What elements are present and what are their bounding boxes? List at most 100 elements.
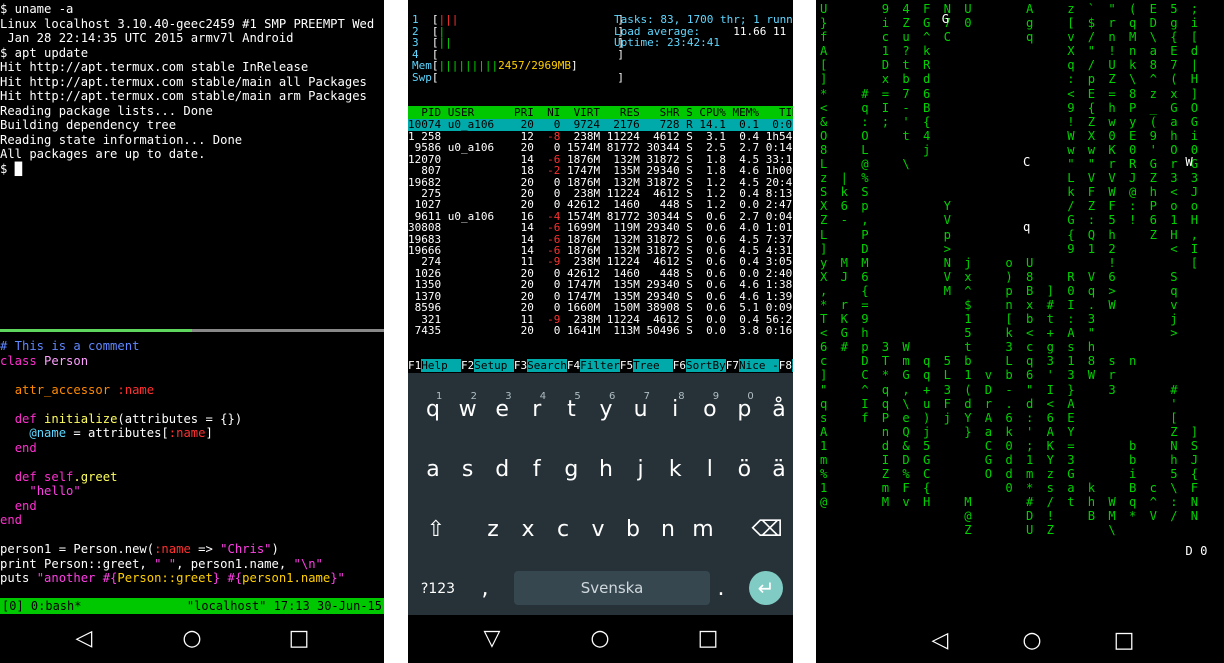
key-ä[interactable]: ä — [760, 447, 793, 491]
symbols-key[interactable]: ?123 — [416, 566, 460, 610]
fkey-number: F8 — [778, 359, 792, 372]
matrix-column: F G ^ k R d 6 B { 4 j q q + u ) j 5 G C … — [923, 2, 931, 510]
fkey-f6[interactable]: F6SortBy — [672, 359, 726, 373]
home-icon[interactable]: ○ — [588, 627, 612, 651]
matrix-column: | k 6 - M J r K G # — [840, 171, 848, 355]
key-k[interactable]: k — [656, 447, 694, 491]
key-ö[interactable]: ö — [725, 447, 763, 491]
key-f[interactable]: f — [518, 447, 556, 491]
key-hint: 1 — [436, 391, 443, 402]
key-h[interactable]: h — [587, 447, 625, 491]
fkey-f5[interactable]: F5Tree — [619, 359, 673, 373]
key-y[interactable]: y6 — [587, 387, 625, 431]
matrix-column: z [ v X q : < 9 ! W w " L k / G { 9 R 0 … — [1067, 2, 1075, 510]
fkey-f7[interactable]: F7Nice - — [725, 359, 779, 373]
home-icon[interactable]: ○ — [180, 627, 204, 651]
key-d[interactable]: d — [483, 447, 521, 491]
key-q[interactable]: q1 — [414, 387, 452, 431]
code-args: (attributes = {}) — [117, 411, 243, 426]
matrix-head-char: D 0 — [1185, 544, 1208, 558]
terminal-line: $ apt update — [0, 45, 89, 60]
tmux-pane-divider[interactable] — [0, 329, 384, 332]
load-value: 11.66 11 — [733, 24, 787, 38]
code-end-keyword: end — [14, 440, 37, 455]
fkey-label: Help — [421, 359, 461, 372]
fkey-f3[interactable]: F3Search — [513, 359, 567, 373]
key-comma[interactable]: , — [470, 566, 500, 610]
matrix-column: 5 g { E 7 ( x G a h O r 3 < o 1 H < S q … — [1170, 2, 1178, 524]
key-å[interactable]: å — [760, 387, 793, 431]
key-z[interactable]: z — [474, 507, 512, 551]
code-interpolation: Person::greet — [117, 571, 213, 585]
code-editor-pane[interactable]: # This is a comment class Person attr_ac… — [0, 339, 345, 586]
process-state: S — [679, 323, 693, 337]
key-u[interactable]: u7 — [622, 387, 660, 431]
key-i[interactable]: i8 — [656, 387, 694, 431]
back-icon[interactable]: ◁ — [928, 629, 952, 653]
key-o[interactable]: o9 — [691, 387, 729, 431]
code-end-keyword: end — [0, 513, 23, 527]
enter-key[interactable]: ↵ — [749, 571, 783, 605]
key-r[interactable]: r4 — [518, 387, 556, 431]
matrix-column: E D \ a 8 ^ z _ ( 9 ' G Z h P 6 Z c ^ V — [1149, 2, 1157, 524]
code-text: puts — [0, 571, 37, 585]
key-period[interactable]: . — [706, 566, 736, 610]
code-attr-accessor: attr_accessor — [14, 382, 111, 397]
code-def-keyword: def — [14, 469, 37, 484]
code-string: "another #{ — [36, 571, 118, 585]
fkey-f4[interactable]: F4Filter — [566, 359, 620, 373]
backspace-key[interactable]: ⌫ — [746, 507, 788, 551]
key-m[interactable]: m — [684, 507, 722, 551]
process-row[interactable]: 7435 20 0 1641M 113M 50496 S 0.0 3.8 0:1… — [408, 325, 793, 336]
fkey-label: Filter — [580, 359, 620, 372]
key-p[interactable]: p0 — [725, 387, 763, 431]
key-g[interactable]: g — [552, 447, 590, 491]
back-icon[interactable]: ◁ — [72, 627, 96, 651]
process-table[interactable]: 1 258 12 -8 238M 11224 4612 S 3.1 0.4 1h… — [408, 131, 793, 336]
fkey-f2[interactable]: F2Setup — [460, 359, 514, 373]
home-icon[interactable]: ○ — [1020, 629, 1044, 653]
key-j[interactable]: j — [622, 447, 660, 491]
key-b[interactable]: b — [614, 507, 652, 551]
key-n[interactable]: n — [649, 507, 687, 551]
key-w[interactable]: w2 — [449, 387, 487, 431]
key-e[interactable]: e3 — [483, 387, 521, 431]
key-v[interactable]: v — [579, 507, 617, 551]
code-text: , person1.name, — [176, 556, 294, 571]
code-string: "\n" — [293, 556, 323, 571]
code-class-name: Person — [44, 353, 89, 368]
terminal-output[interactable]: $ uname -a Linux localhost 3.10.40-geec24… — [0, 2, 374, 176]
key-hint: 5 — [574, 391, 581, 402]
spacebar[interactable]: Svenska — [514, 571, 710, 605]
key-hint: 6 — [609, 391, 616, 402]
key-c[interactable]: c — [544, 507, 582, 551]
terminal-line: Hit http://apt.termux.com stable/main ar… — [0, 89, 367, 103]
fkey-label: Tree — [633, 359, 673, 372]
process-pri: 20 — [507, 323, 534, 337]
matrix-head-char: C — [1023, 155, 1031, 169]
matrix-head-char: q — [1023, 220, 1031, 234]
key-x[interactable]: x — [509, 507, 547, 551]
tmux-window-label[interactable]: [0] 0:bash* — [2, 598, 81, 614]
recents-icon[interactable]: □ — [1112, 629, 1136, 653]
code-def-keyword: def — [14, 411, 37, 426]
fkey-f1[interactable]: F1Help — [408, 359, 461, 373]
shift-key[interactable]: ⇧ — [416, 507, 456, 551]
matrix-rain-panel[interactable]: U } f A [ ] * < & O 8 L z S X Z L ] y X … — [816, 0, 1224, 663]
matrix-column: ( q M n k \ 8 P y E 0 R J @ : ! n b b i … — [1129, 2, 1137, 524]
key-s[interactable]: s — [449, 447, 487, 491]
key-a[interactable]: a — [414, 447, 452, 491]
uptime-line: Uptime: 23:42:41 — [614, 36, 720, 49]
function-key-bar: F1Help F2Setup F3Search F4Filter F5Tree F6… — [408, 359, 793, 373]
code-string: "hello" — [29, 484, 81, 498]
recents-icon[interactable]: □ — [287, 627, 311, 651]
process-cpu: 0.0 — [692, 323, 726, 337]
key-l[interactable]: l — [691, 447, 729, 491]
code-symbol: :name — [117, 382, 155, 397]
meter-bar: [ ] — [431, 70, 624, 84]
back-icon[interactable]: ▽ — [480, 627, 504, 651]
recents-icon[interactable]: □ — [696, 627, 720, 651]
key-t[interactable]: t5 — [552, 387, 590, 431]
terminal-line: Linux localhost 3.10.40-geec2459 #1 SMP … — [0, 16, 375, 31]
fkey-f8[interactable]: F8Ni — [778, 359, 793, 373]
